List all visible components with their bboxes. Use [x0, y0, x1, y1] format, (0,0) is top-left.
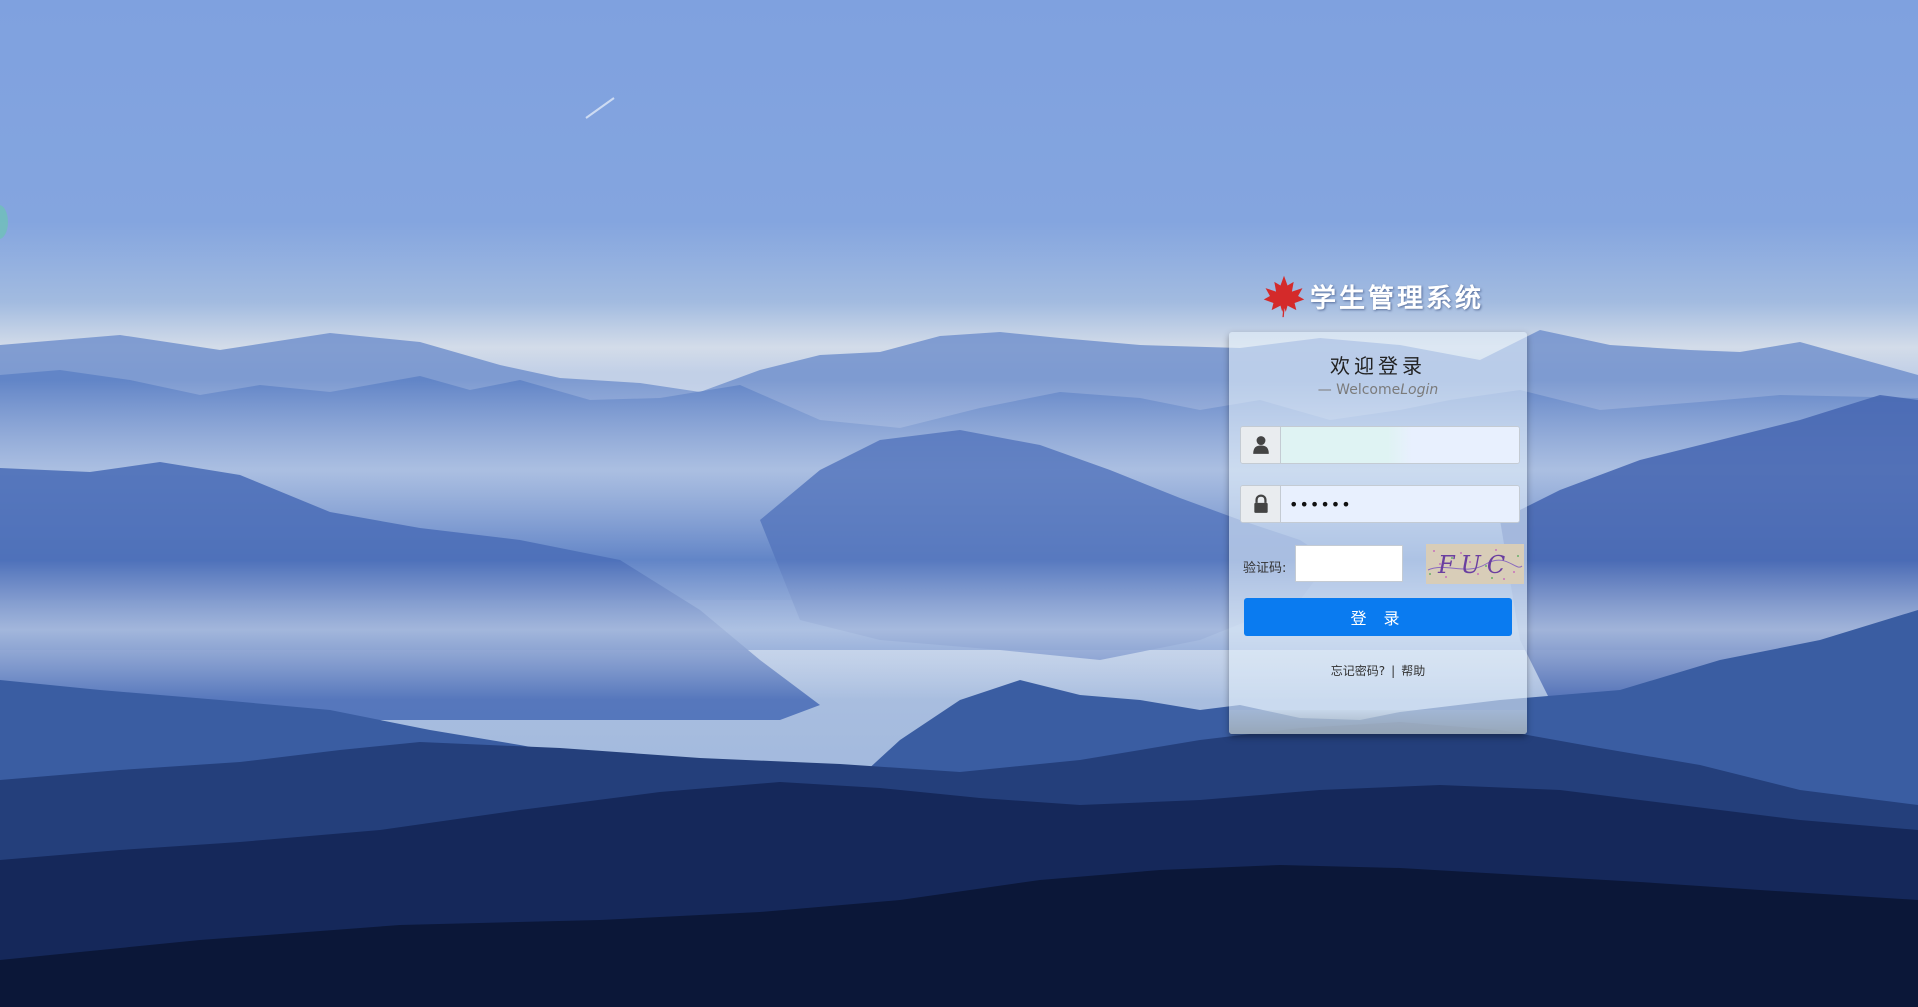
lock-icon	[1241, 486, 1281, 522]
username-input[interactable]	[1281, 427, 1519, 463]
brand-title: 学生管理系统	[1310, 283, 1485, 314]
password-group	[1240, 485, 1520, 523]
login-title: 欢迎登录	[1330, 354, 1426, 378]
captcha-text: FUC	[1437, 551, 1511, 579]
forgot-password-link[interactable]: 忘记密码?	[1331, 664, 1385, 678]
link-separator: |	[1391, 664, 1396, 678]
login-subtitle-emphasis: Login	[1400, 382, 1439, 398]
brand-header: 学生管理系统	[1262, 274, 1484, 318]
captcha-input[interactable]	[1295, 545, 1403, 582]
user-icon	[1241, 427, 1281, 463]
captcha-label: 验证码:	[1243, 561, 1287, 576]
password-input[interactable]	[1281, 486, 1519, 522]
footer-links: 忘记密码? | 帮助	[1229, 662, 1527, 679]
maple-leaf-icon	[1263, 275, 1305, 318]
captcha-row: 验证码: FUC	[1243, 544, 1524, 584]
captcha-image[interactable]: FUC	[1426, 544, 1524, 584]
login-button[interactable]: 登 录	[1244, 598, 1512, 636]
help-link[interactable]: 帮助	[1401, 664, 1425, 678]
login-panel: 欢迎登录 — WelcomeLogin 验证码: FUC	[1229, 332, 1527, 734]
login-subtitle: — WelcomeLogin	[1229, 382, 1527, 398]
login-subtitle-prefix: — Welcome	[1317, 382, 1401, 398]
mountain-background-image	[0, 0, 1918, 1007]
username-group	[1240, 426, 1520, 464]
